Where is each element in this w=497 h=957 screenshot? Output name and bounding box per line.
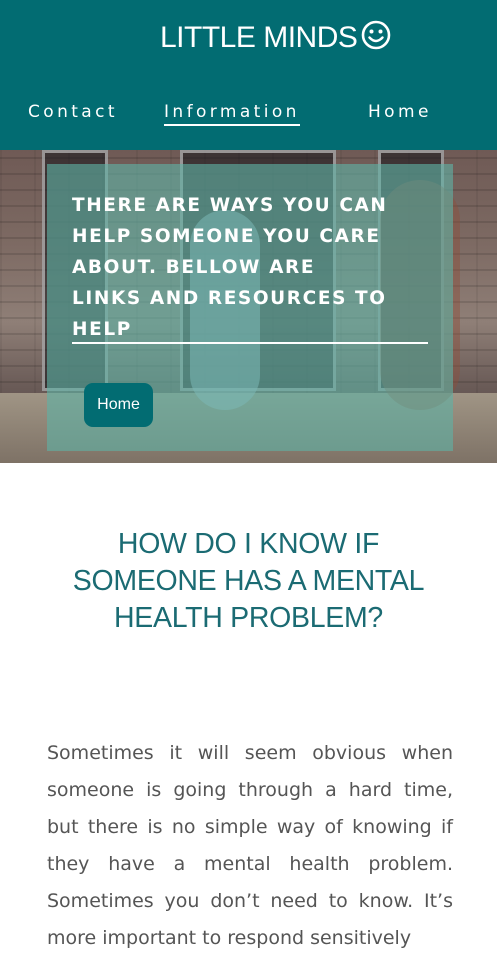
hero-text: There are ways you can help someone you …: [72, 195, 388, 340]
section-heading: How do I know if someone has a mental he…: [72, 528, 425, 634]
hero-divider: [72, 342, 428, 344]
site-header: LITTLE MINDS Contact Information Home: [0, 0, 497, 150]
hero-overlay: There are ways you can help someone you …: [47, 164, 453, 451]
body-paragraph: Sometimes it will seem obvious when some…: [47, 742, 453, 949]
hero-banner: There are ways you can help someone you …: [0, 150, 497, 463]
home-button[interactable]: Home: [84, 383, 153, 427]
site-title-text[interactable]: LITTLE MINDS: [160, 21, 358, 54]
nav-home[interactable]: Home: [368, 100, 432, 124]
site-title[interactable]: LITTLE MINDS: [160, 18, 391, 58]
smiley-face-icon: [362, 20, 391, 50]
nav-contact[interactable]: Contact: [28, 100, 118, 124]
nav-information[interactable]: Information: [164, 100, 300, 126]
